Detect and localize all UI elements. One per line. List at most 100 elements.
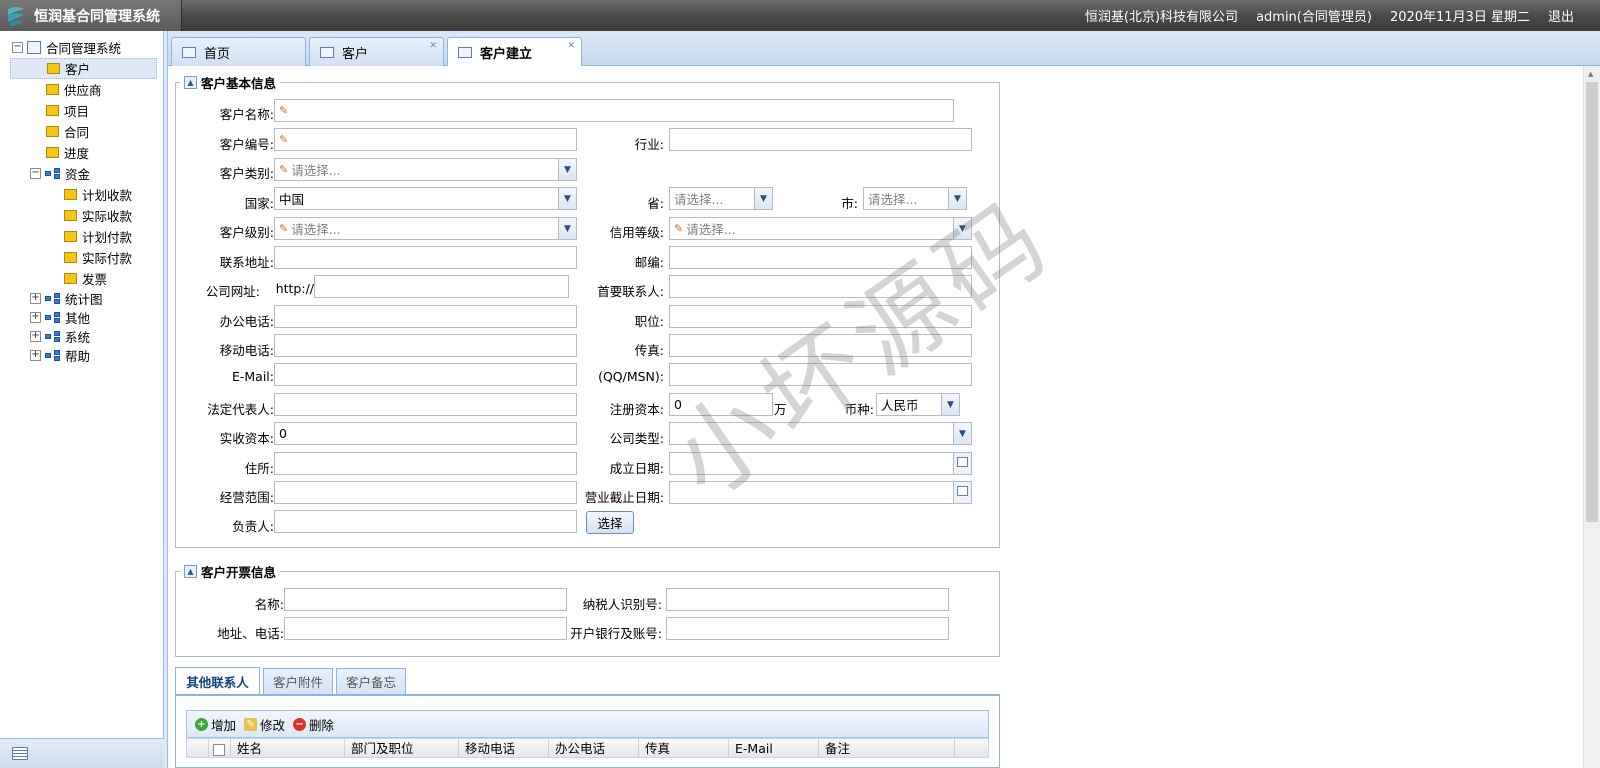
sidebar-group-other[interactable]: + 其他 [0, 308, 163, 327]
collapse-arrow-icon[interactable]: ▲ [184, 76, 197, 89]
select-placeholder: 请选择... [291, 222, 341, 237]
invoice-address-phone-input[interactable] [284, 617, 567, 640]
sidebar-item-invoice[interactable]: 发票 [0, 268, 163, 289]
province-select[interactable]: 请选择... ▼ [669, 187, 773, 210]
qq-input[interactable] [669, 363, 972, 386]
sidebar-group-funds[interactable]: − 资金 [0, 163, 163, 184]
tab-home[interactable]: 首页 [171, 37, 306, 66]
expiry-date-input[interactable] [669, 481, 972, 504]
fax-input[interactable] [669, 334, 972, 357]
credit-level-select[interactable]: ✎ 请选择... ▼ [669, 217, 972, 240]
sidebar-item-customer[interactable]: 客户 [10, 58, 157, 79]
founded-date-input[interactable] [669, 452, 972, 475]
sidebar-item-progress[interactable]: 进度 [0, 142, 163, 163]
scroll-up-icon[interactable]: ▲ [1588, 70, 1593, 78]
close-icon[interactable]: ✕ [567, 41, 575, 51]
column-header[interactable]: 办公电话 [549, 739, 639, 757]
business-scope-input[interactable] [274, 481, 577, 504]
currency-select[interactable]: 人民币 ▼ [876, 393, 960, 416]
country-select[interactable]: 中国 ▼ [274, 187, 577, 210]
chevron-down-icon[interactable]: ▼ [953, 218, 971, 239]
column-header[interactable]: 传真 [639, 739, 729, 757]
customer-code-input[interactable]: ✎ [274, 128, 577, 151]
calendar-icon[interactable] [953, 482, 971, 503]
residence-input[interactable] [274, 452, 577, 475]
sidebar-item-contract[interactable]: 合同 [0, 121, 163, 142]
tab-other-contacts[interactable]: 其他联系人 [175, 667, 260, 694]
invoice-name-input[interactable] [284, 588, 567, 611]
scrollbar-thumb[interactable] [1586, 82, 1598, 522]
customer-name-label: 客户名称: [219, 107, 274, 122]
tab-customer-create[interactable]: 客户建立 ✕ [447, 37, 582, 67]
chevron-down-icon[interactable]: ▼ [948, 188, 966, 209]
primary-contact-input[interactable] [669, 275, 972, 298]
chevron-down-icon[interactable]: ▼ [558, 159, 576, 180]
tab-customer[interactable]: 客户 ✕ [309, 37, 444, 66]
sidebar-item-supplier[interactable]: 供应商 [0, 79, 163, 100]
list-icon[interactable] [12, 747, 28, 760]
expand-icon[interactable]: + [30, 293, 41, 304]
column-header[interactable]: 部门及职位 [345, 739, 459, 757]
expand-icon[interactable]: + [30, 350, 41, 361]
tree-root[interactable]: − 合同管理系统 [0, 37, 163, 58]
company-type-select[interactable]: ▼ [669, 422, 972, 445]
column-header[interactable]: 移动电话 [459, 739, 549, 757]
add-button[interactable]: + 增加 [195, 715, 236, 734]
edit-button[interactable]: ✎ 修改 [244, 715, 285, 734]
owner-input[interactable] [274, 510, 577, 533]
collapse-icon[interactable]: − [30, 168, 41, 179]
residence-label: 住所: [244, 461, 274, 476]
sidebar-group-stats[interactable]: + 统计图 [0, 289, 163, 308]
pencil-icon: ✎ [674, 222, 684, 235]
zip-input[interactable] [669, 246, 972, 269]
sidebar-item-planned-receipt[interactable]: 计划收款 [0, 184, 163, 205]
chevron-down-icon[interactable]: ▼ [558, 188, 576, 209]
sidebar-group-system[interactable]: + 系统 [0, 327, 163, 346]
city-select[interactable]: 请选择... ▼ [863, 187, 967, 210]
paid-capital-input[interactable]: 0 [274, 422, 577, 445]
select-all-checkbox[interactable] [209, 739, 231, 757]
chevron-down-icon[interactable]: ▼ [558, 218, 576, 239]
column-header[interactable]: E-Mail [729, 739, 819, 757]
sidebar-item-actual-receipt[interactable]: 实际收款 [0, 205, 163, 226]
column-header[interactable]: 备注 [819, 739, 955, 757]
bank-account-input[interactable] [666, 617, 949, 640]
chevron-down-icon[interactable]: ▼ [941, 394, 959, 415]
tab-customer-memo[interactable]: 客户备忘 [336, 668, 406, 694]
expand-icon[interactable]: + [30, 312, 41, 323]
top-bar: 恒润基合同管理系统 恒润基(北京)科技有限公司 admin(合同管理员) 202… [0, 0, 1600, 31]
chevron-down-icon[interactable]: ▼ [953, 423, 971, 444]
mobile-input[interactable] [274, 334, 577, 357]
calendar-icon[interactable] [953, 453, 971, 474]
sidebar-item-project[interactable]: 项目 [0, 100, 163, 121]
industry-input[interactable] [669, 128, 972, 151]
sidebar-item-planned-payment[interactable]: 计划付款 [0, 226, 163, 247]
address-input[interactable] [274, 246, 577, 269]
tax-id-input[interactable] [666, 588, 949, 611]
sidebar-group-help[interactable]: + 帮助 [0, 346, 163, 365]
position-input[interactable] [669, 305, 972, 328]
email-input[interactable] [274, 363, 577, 386]
column-header[interactable]: 姓名 [231, 739, 345, 757]
website-input[interactable] [314, 275, 569, 298]
delete-label: 删除 [309, 717, 335, 733]
legal-rep-input[interactable] [274, 393, 577, 416]
customer-name-input[interactable]: ✎ [274, 99, 954, 122]
customer-add-tab-icon [458, 47, 472, 58]
expand-icon[interactable]: + [30, 331, 41, 342]
office-phone-input[interactable] [274, 305, 577, 328]
vertical-scrollbar[interactable]: ▲ [1583, 66, 1600, 768]
sidebar-item-actual-payment[interactable]: 实际付款 [0, 247, 163, 268]
customer-category-select[interactable]: ✎ 请选择... ▼ [274, 158, 577, 181]
branch-icon [45, 168, 61, 179]
reg-capital-input[interactable]: 0 [669, 393, 773, 416]
tab-customer-attachments[interactable]: 客户附件 [263, 668, 333, 694]
collapse-arrow-icon[interactable]: ▲ [184, 565, 197, 578]
chevron-down-icon[interactable]: ▼ [754, 188, 772, 209]
logout-link[interactable]: 退出 [1548, 6, 1574, 25]
customer-level-select[interactable]: ✎ 请选择... ▼ [274, 217, 577, 240]
collapse-icon[interactable]: − [12, 42, 23, 53]
close-icon[interactable]: ✕ [429, 41, 437, 51]
select-owner-button[interactable]: 选择 [586, 511, 634, 534]
delete-button[interactable]: − 删除 [293, 715, 334, 734]
